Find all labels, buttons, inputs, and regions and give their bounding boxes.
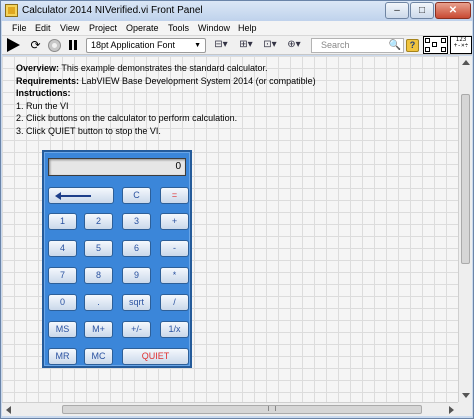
requirements-line: Requirements: LabVIEW Base Development S…	[16, 75, 316, 88]
digit-3-button[interactable]: 3	[122, 213, 151, 230]
instructions-heading: Instructions:	[16, 87, 316, 100]
quiet-button[interactable]: QUIET	[122, 348, 189, 365]
font-select-value: 18pt Application Font	[91, 40, 176, 50]
menu-edit[interactable]: Edit	[35, 23, 51, 33]
plus-button[interactable]: +	[160, 213, 189, 230]
decimal-button[interactable]: .	[84, 294, 113, 311]
front-panel-canvas[interactable]: Overview: This example demonstrates the …	[2, 56, 458, 402]
scroll-left-icon[interactable]	[6, 406, 11, 414]
requirements-label: Requirements:	[16, 75, 80, 86]
memory-clear-button[interactable]: MC	[84, 348, 113, 365]
title-bar[interactable]: Calculator 2014 NIVerified.vi Front Pane…	[1, 1, 473, 21]
minimize-button[interactable]: –	[385, 2, 409, 19]
minus-button[interactable]: -	[160, 240, 189, 257]
overview-text: This example demonstrates the standard c…	[59, 63, 268, 73]
calculator-body: 0 C = 1 2 3 + 4 5 6 - 7 8 9 * 0 . sqrt /…	[42, 150, 192, 368]
instruction-step-2: 2. Click buttons on the calculator to pe…	[16, 113, 238, 123]
toolbar: ⟳ 18pt Application Font ▼ ⊟▾ ⊞▾ ⊡▾ ⊕▾ Se…	[2, 36, 472, 55]
backspace-button[interactable]	[48, 187, 114, 204]
connector-pane-icon[interactable]	[423, 36, 448, 54]
scroll-up-icon[interactable]	[462, 60, 470, 65]
close-button[interactable]: ✕	[435, 2, 471, 19]
memory-recall-button[interactable]: MR	[48, 348, 77, 365]
search-icon[interactable]: 🔍	[389, 39, 401, 52]
search-placeholder: Search	[321, 40, 350, 50]
reorder-icon[interactable]: ⊕▾	[283, 38, 305, 53]
help-icon[interactable]: ?	[406, 39, 419, 52]
vertical-scroll-thumb[interactable]	[461, 94, 470, 264]
scroll-down-icon[interactable]	[462, 393, 470, 398]
menu-view[interactable]: View	[60, 23, 79, 33]
menu-project[interactable]: Project	[89, 23, 117, 33]
search-input[interactable]: Search 🔍	[311, 38, 404, 53]
instructions-label: Instructions:	[16, 88, 71, 98]
connector-terminal	[425, 47, 430, 52]
menu-operate[interactable]: Operate	[126, 23, 159, 33]
calculator-display: 0	[48, 158, 186, 176]
reciprocal-button[interactable]: 1/x	[160, 321, 189, 338]
overview-line: Overview: This example demonstrates the …	[16, 62, 316, 75]
instruction-step-3: 3. Click QUIET button to stop the VI.	[16, 125, 161, 136]
distribute-objects-icon[interactable]: ⊞▾	[235, 38, 257, 53]
connector-terminal	[441, 38, 446, 43]
divide-button[interactable]: /	[160, 294, 189, 311]
sqrt-button[interactable]: sqrt	[122, 294, 151, 311]
menu-window[interactable]: Window	[198, 23, 230, 33]
connector-terminal	[441, 47, 446, 52]
labview-front-panel-window: Calculator 2014 NIVerified.vi Front Pane…	[0, 0, 474, 419]
scroll-grip-icon	[268, 406, 276, 411]
menu-help[interactable]: Help	[238, 23, 257, 33]
digit-2-button[interactable]: 2	[84, 213, 113, 230]
vertical-scrollbar[interactable]	[458, 56, 472, 402]
connector-terminal	[432, 42, 437, 47]
vi-app-icon	[5, 4, 18, 17]
run-continuously-icon[interactable]: ⟳	[29, 39, 42, 52]
overview-label: Overview:	[16, 63, 60, 73]
digit-4-button[interactable]: 4	[48, 240, 77, 257]
negate-button[interactable]: +/-	[122, 321, 151, 338]
font-select[interactable]: 18pt Application Font ▼	[86, 38, 206, 53]
menu-file[interactable]: File	[12, 23, 27, 33]
multiply-button[interactable]: *	[160, 267, 189, 284]
pause-icon[interactable]	[66, 39, 79, 52]
digit-7-button[interactable]: 7	[48, 267, 77, 284]
memory-store-button[interactable]: MS	[48, 321, 77, 338]
resize-objects-icon[interactable]: ⊡▾	[259, 38, 281, 53]
window-title: Calculator 2014 NIVerified.vi Front Pane…	[22, 5, 203, 16]
scrollbar-corner	[458, 402, 472, 416]
memory-add-button[interactable]: M+	[84, 321, 113, 338]
abort-icon[interactable]	[48, 39, 61, 52]
vi-icon[interactable]: 123 +-×÷	[450, 36, 472, 54]
run-arrow-icon[interactable]	[7, 38, 20, 52]
horizontal-scroll-thumb[interactable]	[62, 405, 422, 414]
digit-8-button[interactable]: 8	[84, 267, 113, 284]
menu-tools[interactable]: Tools	[168, 23, 189, 33]
clear-button[interactable]: C	[122, 187, 151, 204]
digit-1-button[interactable]: 1	[48, 213, 77, 230]
requirements-text: LabVIEW Base Development System 2014 (or…	[79, 75, 316, 86]
menu-bar: File Edit View Project Operate Tools Win…	[2, 21, 472, 36]
horizontal-scrollbar[interactable]	[2, 402, 458, 416]
description-text: Overview: This example demonstrates the …	[16, 62, 316, 137]
digit-9-button[interactable]: 9	[122, 267, 151, 284]
digit-5-button[interactable]: 5	[84, 240, 113, 257]
backspace-arrow-icon	[55, 192, 91, 200]
digit-0-button[interactable]: 0	[48, 294, 77, 311]
scroll-right-icon[interactable]	[449, 406, 454, 414]
instruction-step-1: 1. Run the VI	[16, 100, 69, 111]
digit-6-button[interactable]: 6	[122, 240, 151, 257]
equals-button[interactable]: =	[160, 187, 189, 204]
chevron-down-icon: ▼	[194, 42, 201, 49]
align-objects-icon[interactable]: ⊟▾	[210, 38, 232, 53]
vi-icon-text: 123 +-×÷	[453, 36, 469, 49]
maximize-button[interactable]: □	[410, 2, 434, 19]
connector-terminal	[425, 38, 430, 43]
